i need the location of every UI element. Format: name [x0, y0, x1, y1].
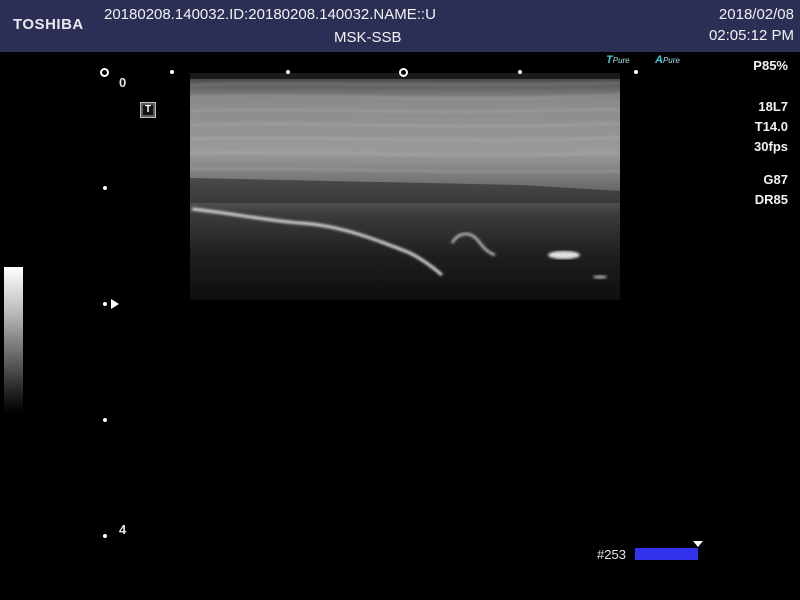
apure-icon: APure	[655, 54, 680, 66]
scale-tick	[170, 70, 174, 74]
cine-bar[interactable]	[635, 548, 698, 560]
gain-param: G87	[763, 172, 788, 187]
scale-tick	[634, 70, 638, 74]
brand-logo: TOSHIBA	[13, 16, 84, 33]
tpure-prefix: T	[606, 54, 613, 66]
scale-tick	[286, 70, 290, 74]
depth-tick	[103, 418, 107, 422]
exam-preset: MSK-SSB	[334, 29, 402, 46]
depth-tick	[103, 302, 107, 306]
tpure-label: Pure	[612, 56, 630, 65]
frame-counter-label: #253	[597, 547, 626, 562]
power-param: P85%	[753, 58, 788, 73]
center-marker-mid	[399, 68, 408, 77]
depth-tick	[103, 186, 107, 190]
grayscale-bar	[4, 267, 23, 413]
frame-rate-param: 30fps	[754, 139, 788, 154]
depth-bottom-label: 4	[119, 522, 127, 537]
exam-date: 2018/02/08	[718, 6, 794, 23]
exam-time: 02:05:12 PM	[708, 27, 794, 44]
probe-param: 18L7	[758, 99, 788, 114]
focus-marker-icon	[111, 299, 119, 309]
dynamic-range-param: DR85	[754, 192, 788, 207]
depth-top-label: 0	[119, 75, 127, 90]
center-marker-left	[100, 68, 109, 77]
scale-tick	[518, 70, 522, 74]
depth-tick	[103, 534, 107, 538]
apure-prefix: A	[655, 54, 663, 66]
apure-label: Pure	[662, 56, 680, 65]
frequency-param: T14.0	[754, 119, 788, 134]
study-id-text: 20180208.140032.ID:20180208.140032.NAME:…	[104, 6, 436, 23]
t-marker-label: T	[143, 104, 153, 115]
top-header: TOSHIBA 20180208.140032.ID:20180208.1400…	[0, 0, 800, 52]
cine-position-icon[interactable]	[693, 541, 703, 547]
transducer-orientation-icon: T	[140, 102, 156, 118]
ultrasound-image	[190, 73, 620, 300]
tpure-icon: TPure	[606, 54, 630, 66]
